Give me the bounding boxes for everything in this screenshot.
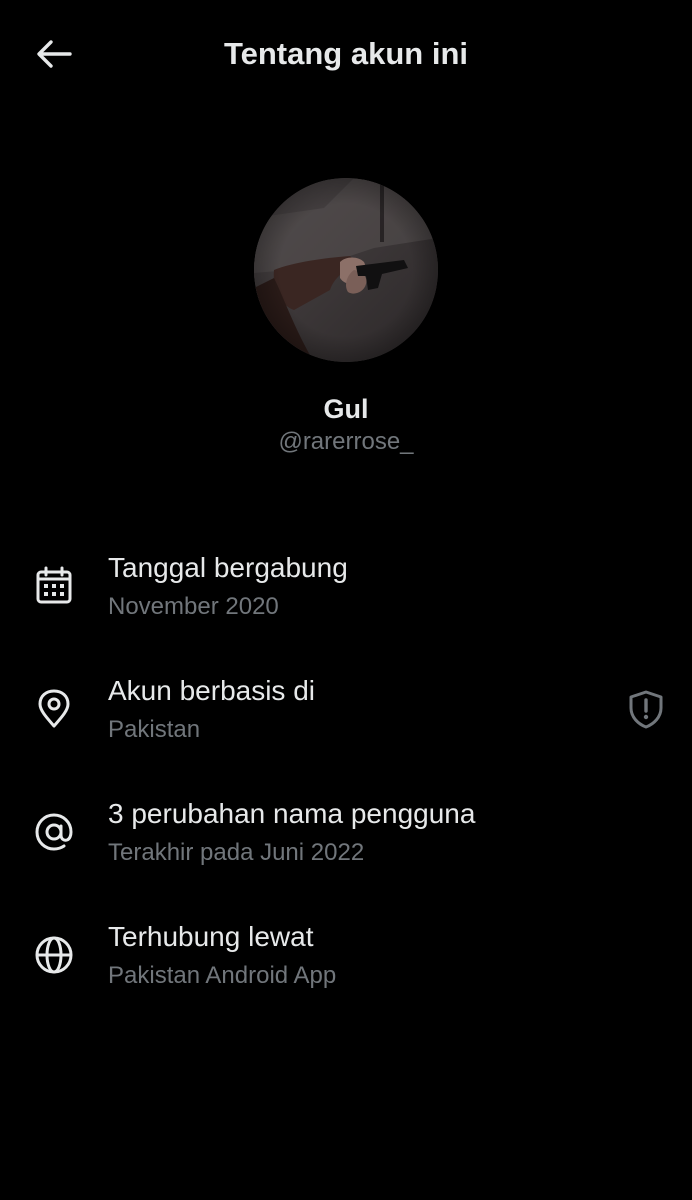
info-subtitle: November 2020: [108, 593, 279, 620]
top-app-bar: Tentang akun ini: [0, 0, 692, 108]
profile-photo: [254, 178, 438, 362]
calendar-icon: [32, 564, 76, 608]
avatar[interactable]: [254, 178, 438, 362]
page-title: Tentang akun ini: [224, 36, 468, 71]
info-subtitle: Pakistan Android App: [108, 962, 337, 989]
info-title: Terhubung lewat: [108, 921, 314, 952]
globe-icon: [32, 933, 76, 977]
info-row-location: Akun berbasis di Pakistan: [0, 671, 692, 771]
info-title: Tanggal bergabung: [108, 552, 348, 583]
info-row-connected-via: Terhubung lewat Pakistan Android App: [0, 917, 692, 1017]
display-name: Gul: [323, 394, 369, 424]
location-pin-icon: [32, 687, 76, 731]
username-handle: @rarerrose_: [278, 428, 414, 455]
info-subtitle: Terakhir pada Juni 2022: [108, 839, 365, 866]
at-sign-icon: [32, 810, 76, 854]
info-subtitle: Pakistan: [108, 716, 201, 743]
shield-alert-icon[interactable]: [624, 687, 668, 731]
info-title: Akun berbasis di: [108, 675, 316, 706]
info-row-username-changes: 3 perubahan nama pengguna Terakhir pada …: [0, 794, 692, 894]
info-title: 3 perubahan nama pengguna: [108, 798, 476, 829]
info-row-joined: Tanggal bergabung November 2020: [0, 548, 692, 648]
